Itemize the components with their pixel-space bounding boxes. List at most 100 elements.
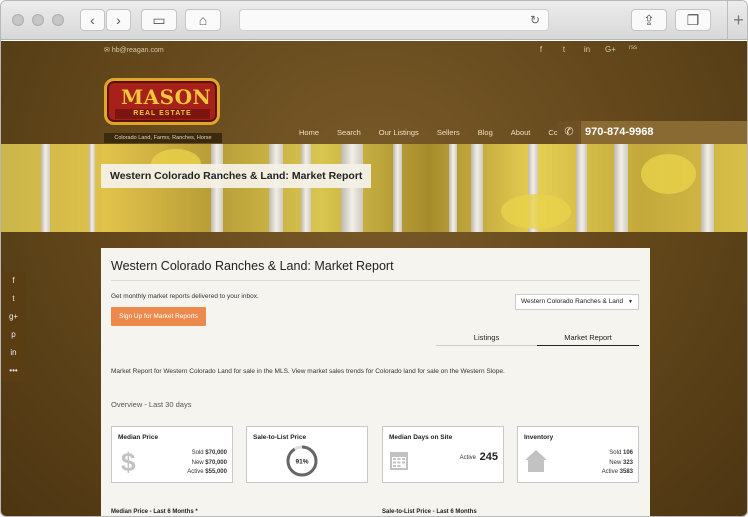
share-linkedin-icon[interactable]: in (1, 344, 26, 362)
main-nav: Home Search Our Listings Sellers Blog Ab… (299, 128, 592, 137)
report-description: Market Report for Western Colorado Land … (111, 368, 505, 375)
share-pinterest-icon[interactable]: p (1, 326, 26, 344)
phone-icon: ✆ (557, 121, 581, 144)
nav-home[interactable]: Home (299, 128, 319, 137)
active-value: 3583 (619, 469, 633, 475)
floating-share-bar: f t g+ p in ••• (1, 272, 26, 382)
home-button[interactable]: ⌂ (185, 9, 221, 31)
stat-values: Sold 106 New 323 Active 3583 (602, 449, 633, 478)
reload-icon[interactable]: ↻ (530, 10, 540, 30)
browser-window: ‹ › ▭ ⌂ ↻ ⇪ ❐ + ✉ hb@reagan.com f t in G… (0, 0, 748, 517)
site-logo[interactable]: MASON REAL ESTATE (104, 78, 220, 125)
banner-foliage (641, 154, 696, 194)
signup-button[interactable]: Sign Up for Market Reports (111, 307, 206, 326)
share-twitter-icon[interactable]: t (1, 290, 26, 308)
section-median-price-heading: Median Price - Last 6 Months * (111, 509, 198, 515)
banner-tree (301, 144, 311, 232)
stat-title: Median Price (118, 434, 159, 441)
stat-inventory: Inventory Sold 106 New 323 Active 3583 (517, 426, 639, 483)
share-more-icon[interactable]: ••• (1, 362, 26, 380)
median-days-value: 245 (479, 451, 498, 463)
linkedin-icon[interactable]: in (582, 45, 592, 54)
report-tabs: Listings Market Report (436, 332, 639, 346)
active-label: Active (601, 469, 618, 475)
nav-blog[interactable]: Blog (478, 128, 493, 137)
banner-title: Western Colorado Ranches & Land: Market … (101, 164, 372, 188)
sold-value: $70,000 (205, 450, 227, 456)
overview-heading: Overview - Last 30 days (111, 400, 192, 409)
nav-our-listings[interactable]: Our Listings (379, 128, 419, 137)
social-links: f t in G+ rss (536, 45, 638, 54)
report-title: Western Colorado Ranches & Land: Market … (111, 259, 394, 273)
stat-title: Median Days on Site (389, 434, 453, 441)
dollar-icon: $ (121, 447, 136, 477)
new-label: New (609, 459, 622, 466)
stat-title: Sale-to-List Price (253, 434, 307, 441)
banner-tree (269, 144, 283, 232)
hero-banner: Western Colorado Ranches & Land: Market … (1, 144, 747, 232)
banner-tree (449, 144, 457, 232)
progress-ring: 91% (286, 445, 318, 477)
banner-tree (341, 144, 363, 232)
nav-search[interactable]: Search (337, 128, 361, 137)
back-button[interactable]: ‹ (80, 9, 105, 31)
new-label: New (191, 459, 204, 466)
google-plus-icon[interactable]: G+ (605, 45, 616, 54)
sale-to-list-value: 91% (295, 459, 308, 466)
address-bar[interactable]: ↻ (239, 9, 549, 31)
stat-values: Sold $70,000 New $70,000 Active $55,000 (187, 449, 227, 478)
sold-label: Sold (191, 450, 204, 456)
chevron-down-icon: ▼ (628, 299, 633, 305)
browser-toolbar: ‹ › ▭ ⌂ ↻ ⇪ ❐ + (1, 1, 747, 40)
banner-tree (211, 144, 223, 232)
tabs-button[interactable]: ❐ (675, 9, 711, 31)
minimize-window-button[interactable] (32, 14, 44, 26)
logo-subtext: REAL ESTATE (115, 109, 210, 119)
top-bar: ✉ hb@reagan.com f t in G+ rss (1, 41, 747, 63)
phone-number[interactable]: 970-874-9968 (585, 126, 654, 138)
banner-tree (576, 144, 587, 232)
banner-foliage (501, 194, 571, 229)
new-tab-button[interactable]: + (727, 1, 747, 40)
phone-bar[interactable]: ✆ 970-874-9968 (557, 121, 747, 144)
market-report-card: Western Colorado Ranches & Land: Market … (101, 248, 650, 516)
calendar-icon (390, 452, 408, 470)
banner-tree (393, 144, 402, 232)
share-google-plus-icon[interactable]: g+ (1, 308, 26, 326)
close-window-button[interactable] (12, 14, 24, 26)
forward-button[interactable]: › (106, 9, 131, 31)
tab-listings[interactable]: Listings (436, 332, 537, 346)
banner-tree (471, 144, 483, 232)
banner-tree (701, 144, 714, 232)
banner-tree (41, 144, 50, 232)
new-value: $70,000 (205, 459, 227, 466)
section-sale-to-list-heading: Sale-to-List Price - Last 6 Months (382, 509, 477, 515)
logo-text: MASON (121, 85, 212, 109)
stat-median-days: Median Days on Site Active 245 (382, 426, 504, 483)
email-text[interactable]: hb@reagan.com (112, 47, 164, 54)
nav-sellers[interactable]: Sellers (437, 128, 460, 137)
sidebar-button[interactable]: ▭ (141, 9, 177, 31)
active-label: Active (187, 469, 204, 475)
share-button[interactable]: ⇪ (631, 9, 667, 31)
stat-title: Inventory (524, 434, 554, 441)
area-select-value: Western Colorado Ranches & Land (521, 298, 624, 305)
facebook-icon[interactable]: f (536, 45, 546, 54)
tab-market-report[interactable]: Market Report (537, 332, 639, 346)
active-label: Active (459, 455, 476, 461)
stat-sale-to-list: Sale-to-List Price 91% (246, 426, 368, 483)
web-page: ✉ hb@reagan.com f t in G+ rss MASON REAL… (1, 41, 747, 516)
twitter-icon[interactable]: t (559, 45, 569, 54)
sold-value: 106 (622, 450, 633, 456)
banner-tree (89, 144, 95, 232)
site-tagline: Colorado Land, Farms, Ranches, Horse Pro… (104, 133, 222, 151)
new-value: 323 (622, 459, 633, 466)
active-value: $55,000 (205, 469, 227, 475)
share-facebook-icon[interactable]: f (1, 272, 26, 290)
nav-about[interactable]: About (511, 128, 531, 137)
email-link[interactable]: ✉ hb@reagan.com (104, 46, 164, 54)
area-select[interactable]: Western Colorado Ranches & Land ▼ (515, 294, 639, 310)
rss-icon[interactable]: rss (628, 45, 638, 54)
sold-label: Sold (609, 450, 622, 456)
zoom-window-button[interactable] (52, 14, 64, 26)
